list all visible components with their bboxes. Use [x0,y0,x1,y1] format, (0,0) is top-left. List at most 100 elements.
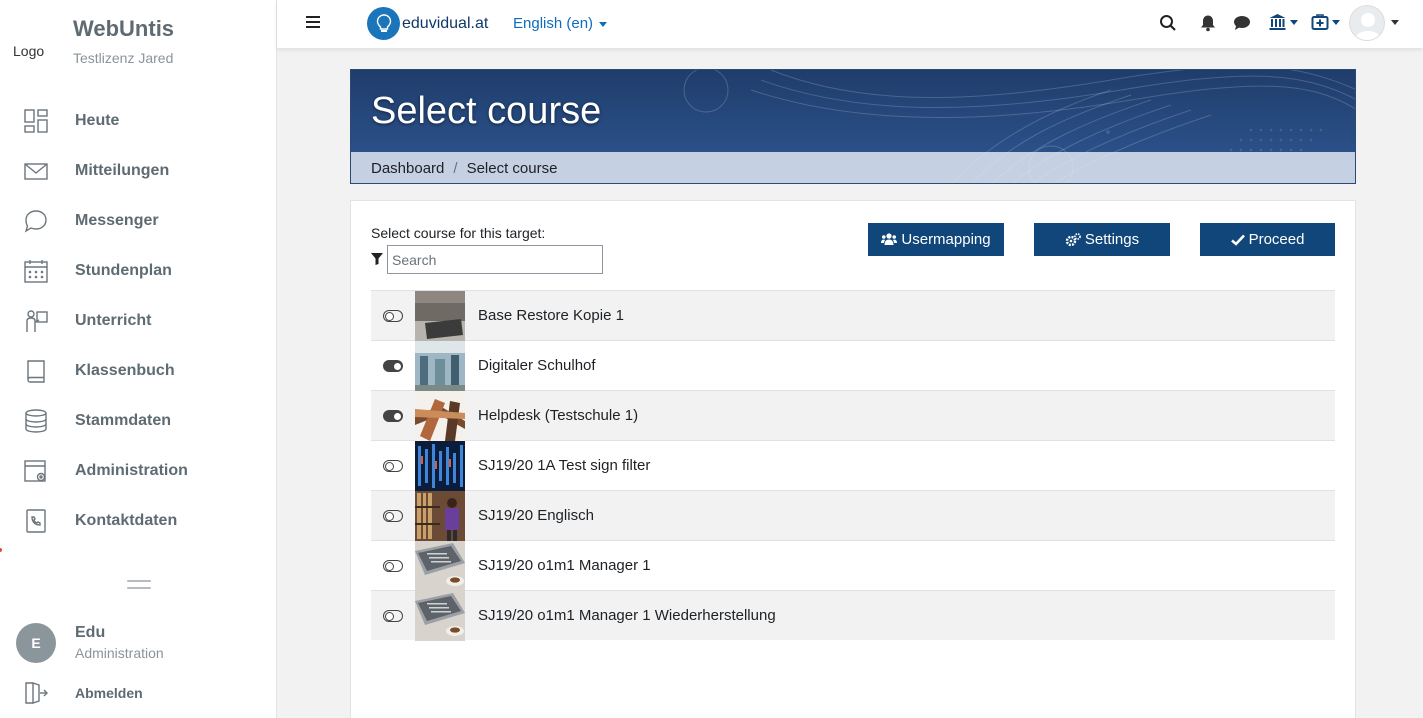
course-thumbnail [415,540,465,591]
school-logo: Logo [13,43,45,59]
dashboard-icon [23,109,48,133]
sidebar-item-unterricht[interactable]: Unterricht [0,296,276,346]
breadcrumb-current: Select course [466,159,558,177]
menu-toggle-icon[interactable] [306,16,320,31]
breadcrumb-separator: / [453,159,458,177]
sidebar-item-label: Kontaktdaten [75,512,178,529]
course-name[interactable]: Base Restore Kopie 1 [478,307,624,324]
sidebar-nav: Heute Mitteilungen Messenger Stundenplan… [0,96,276,546]
messages-icon[interactable] [1233,14,1251,37]
course-toggle[interactable] [371,509,415,522]
checkmark-icon [1230,234,1245,246]
page-header-banner: Select course Dashboard / Select course [350,69,1356,184]
course-name[interactable]: Helpdesk (Testschule 1) [478,407,638,424]
app-name: WebUntis [73,16,175,41]
page-title: Select course [371,90,602,132]
usermapping-label: Usermapping [901,231,991,248]
course-name[interactable]: SJ19/20 Englisch [478,507,594,524]
list-item: SJ19/20 Englisch [371,490,1335,541]
usermapping-button[interactable]: Usermapping [868,223,1004,256]
course-name[interactable]: SJ19/20 o1m1 Manager 1 Wiederherstellung [478,607,776,624]
course-thumbnail [415,340,465,391]
sidebar-item-heute[interactable]: Heute [0,96,276,146]
sidebar-item-label: Klassenbuch [75,362,175,379]
sidebar-resize-handle[interactable] [127,580,151,594]
select-course-label: Select course for this target: [371,225,546,241]
search-input[interactable] [387,245,603,274]
settings-label: Settings [1084,231,1140,248]
sidebar-item-messenger[interactable]: Messenger [0,196,276,246]
bell-icon[interactable] [1199,14,1217,37]
course-thumbnail [415,490,465,541]
search-icon[interactable] [1159,14,1177,37]
settings-button[interactable]: Settings [1034,223,1170,256]
chat-bubble-icon [24,210,47,233]
course-select-card: Select course for this target: Usermappi… [350,200,1356,718]
user-avatar[interactable] [1349,5,1385,41]
database-icon [24,409,47,433]
list-item: SJ19/20 o1m1 Manager 1 [371,540,1335,591]
list-item: Digitaler Schulhof [371,340,1335,391]
sidebar-item-label: Stundenplan [75,262,172,279]
book-icon [26,360,45,383]
list-item: Helpdesk (Testschule 1) [371,390,1335,441]
avatar[interactable]: E [16,623,56,663]
proceed-label: Proceed [1248,231,1305,248]
course-name[interactable]: SJ19/20 1A Test sign filter [478,457,650,474]
user-role: Administration [75,645,164,661]
sidebar-item-mitteilungen[interactable]: Mitteilungen [0,146,276,196]
breadcrumb: Dashboard / Select course [351,152,1355,183]
teacher-icon [25,310,48,332]
sidebar-item-label: Mitteilungen [75,162,170,179]
chevron-down-icon[interactable] [1332,20,1340,25]
notification-dot [0,548,2,552]
calendar-icon [23,260,48,283]
course-name[interactable]: Digitaler Schulhof [478,357,596,374]
course-thumbnail [415,440,465,491]
first-aid-icon[interactable] [1311,13,1329,36]
envelope-icon [23,163,48,180]
sidebar-item-label: Unterricht [75,312,152,329]
language-label: English (en) [513,15,594,32]
course-thumbnail [415,590,465,641]
sidebar-item-label: Messenger [75,212,159,229]
admin-gear-icon [23,460,46,482]
course-toggle[interactable] [371,359,415,372]
sidebar-item-stammdaten[interactable]: Stammdaten [0,396,276,446]
brand-link[interactable]: eduvidual.at [367,7,488,40]
sidebar-item-klassenbuch[interactable]: Klassenbuch [0,346,276,396]
logout-button[interactable]: Abmelden [0,678,276,708]
sidebar-item-administration[interactable]: Administration [0,446,276,496]
course-name[interactable]: SJ19/20 o1m1 Manager 1 [478,557,651,574]
sidebar-item-label: Heute [75,112,120,129]
chevron-down-icon[interactable] [1391,20,1399,25]
sidebar-item-stundenplan[interactable]: Stundenplan [0,246,276,296]
sidebar-item-label: Administration [75,462,188,479]
sidebar-item-kontaktdaten[interactable]: Kontaktdaten [0,496,276,546]
user-name: Edu [75,624,106,641]
course-list: Base Restore Kopie 1 Digitaler Schulhof … [371,290,1335,641]
gears-icon [1065,232,1081,246]
list-item: Base Restore Kopie 1 [371,290,1335,341]
course-toggle[interactable] [371,459,415,472]
logout-icon [24,682,48,704]
course-toggle[interactable] [371,609,415,622]
logout-label: Abmelden [75,685,143,701]
lightbulb-icon [367,7,400,40]
language-dropdown[interactable]: English (en) [513,15,608,32]
proceed-button[interactable]: Proceed [1200,223,1335,256]
course-toggle[interactable] [371,409,415,422]
chevron-down-icon [599,21,608,27]
sidebar-item-label: Stammdaten [75,412,172,429]
chevron-down-icon[interactable] [1290,20,1298,25]
top-navbar: eduvidual.at English (en) [277,0,1423,48]
course-toggle[interactable] [371,309,415,322]
course-toggle[interactable] [371,559,415,572]
filter-icon [371,252,383,270]
breadcrumb-dashboard[interactable]: Dashboard [371,160,444,177]
institution-icon[interactable] [1268,13,1287,36]
course-thumbnail [415,290,465,341]
users-icon [881,233,898,245]
brand-name: eduvidual.at [402,14,489,32]
list-item: SJ19/20 o1m1 Manager 1 Wiederherstellung [371,590,1335,641]
